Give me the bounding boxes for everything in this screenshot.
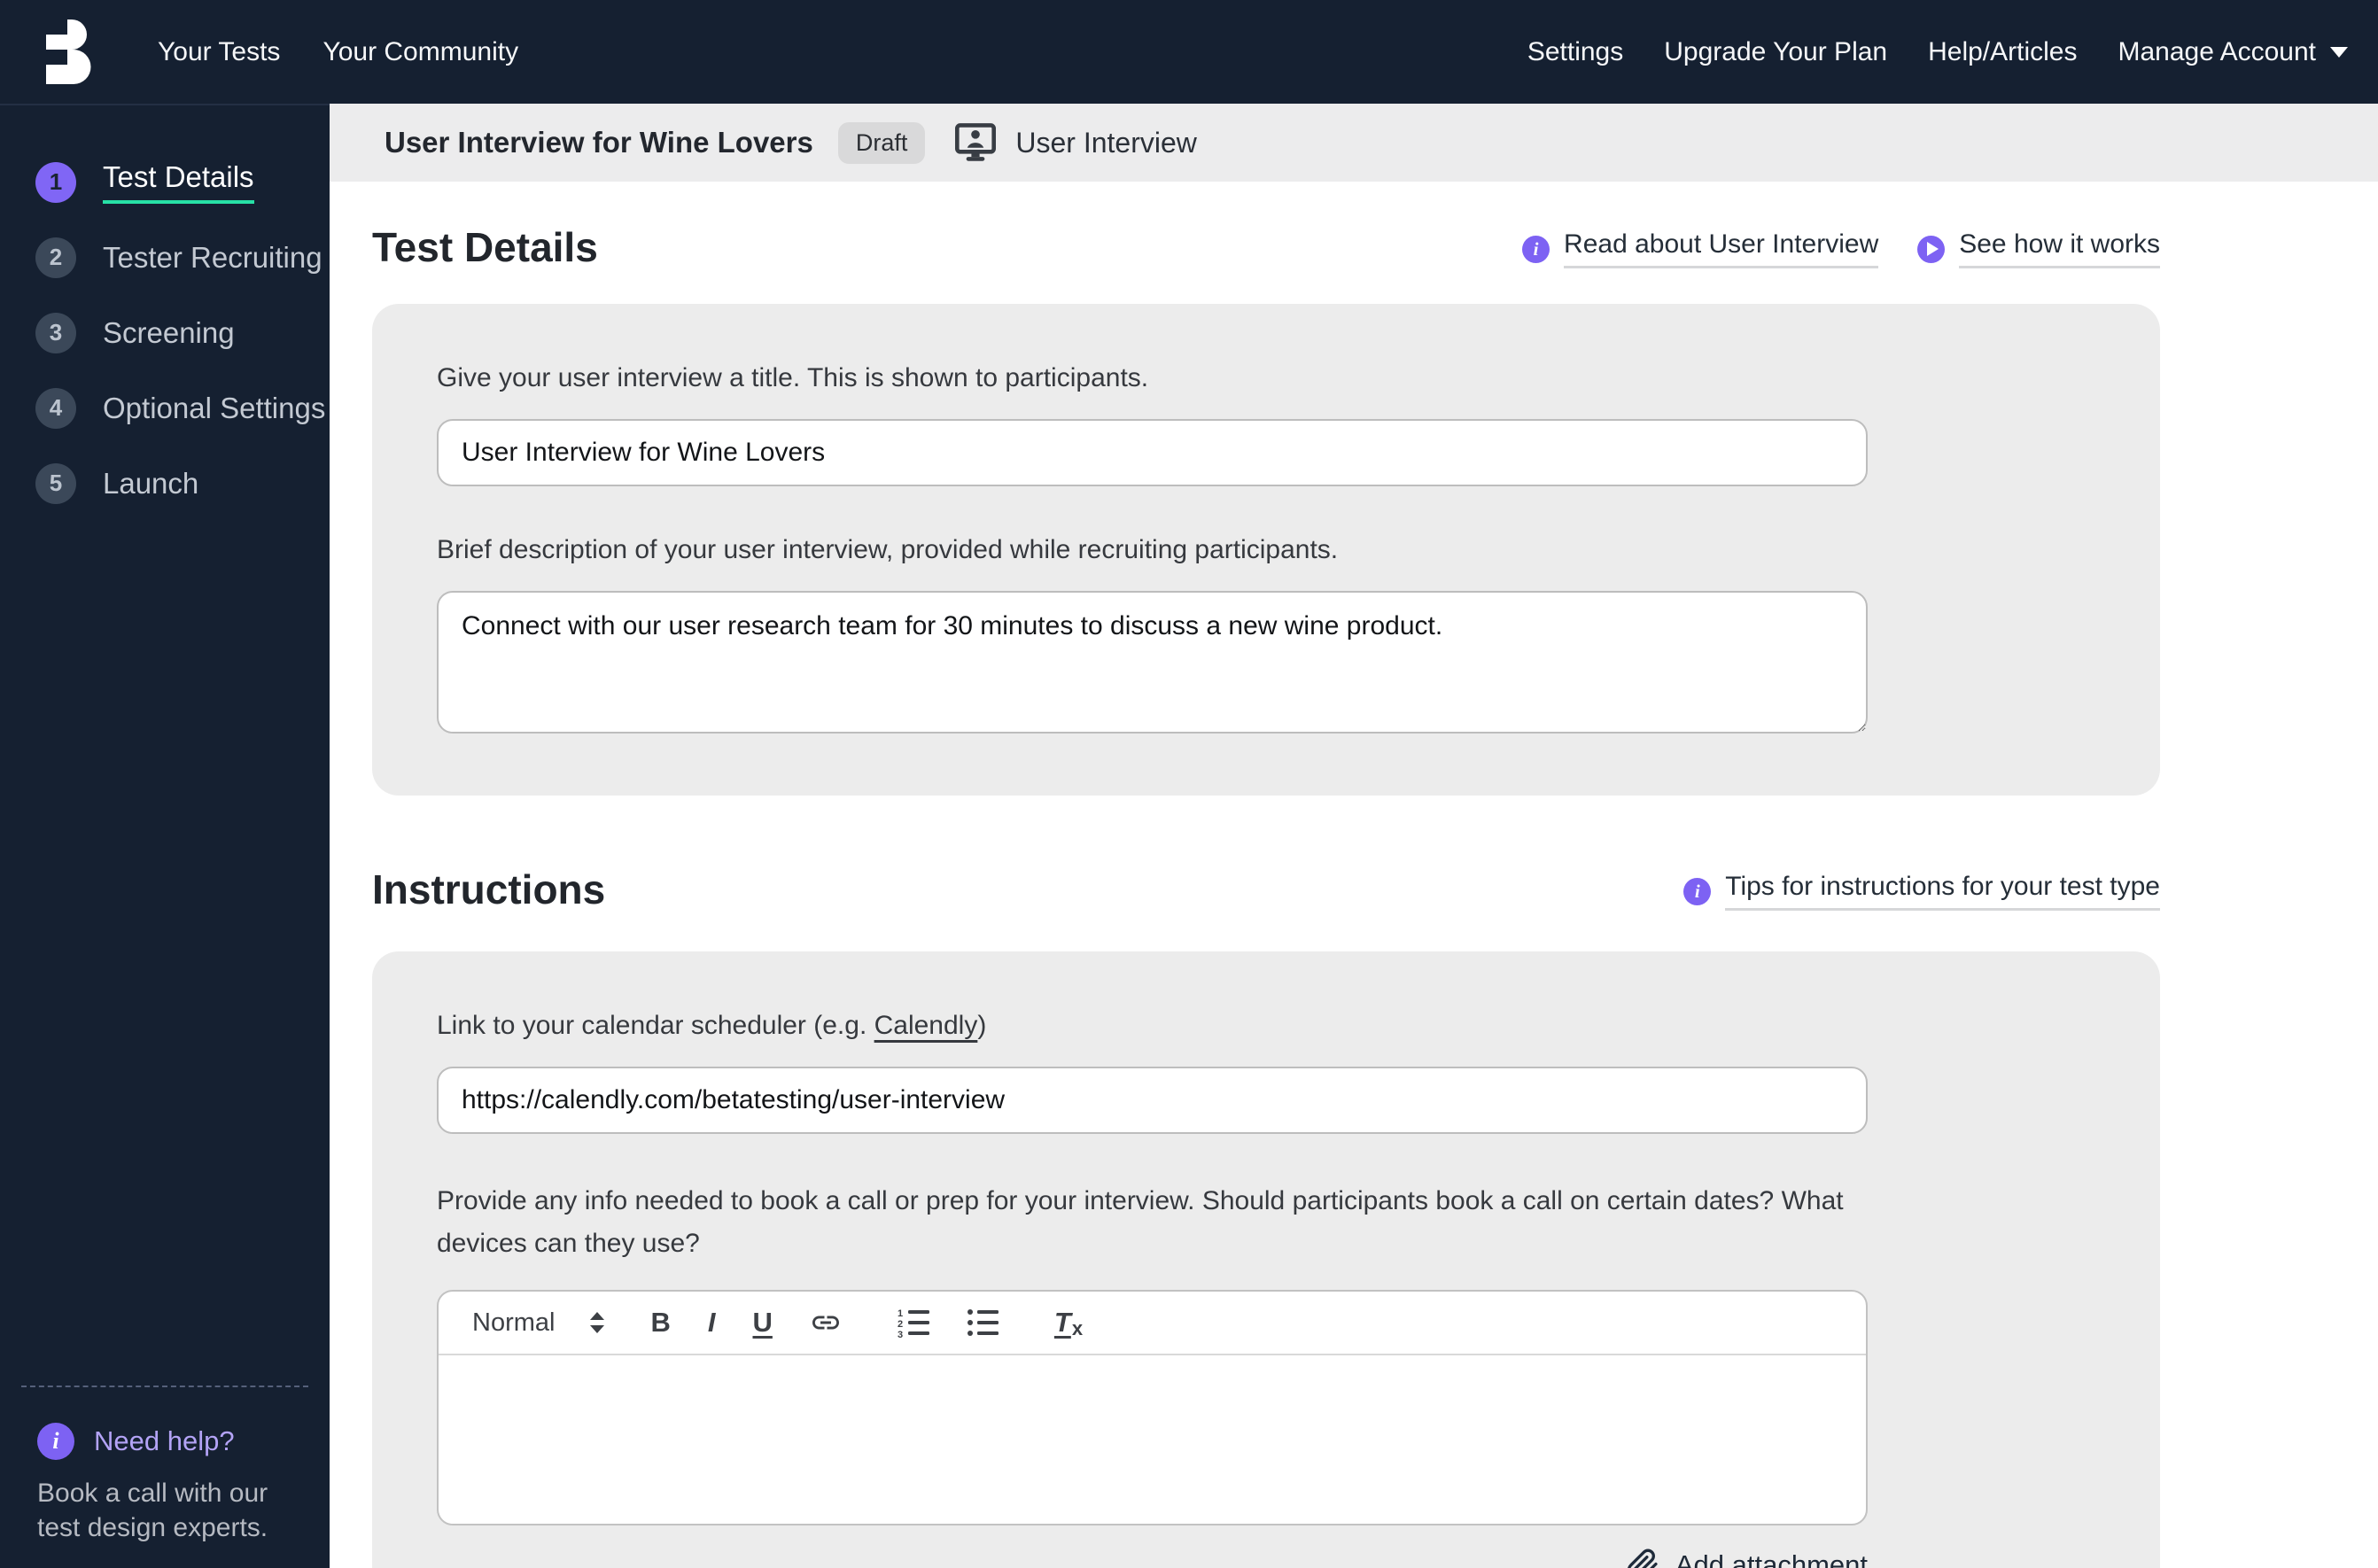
format-selector-arrows-icon[interactable] bbox=[590, 1312, 605, 1333]
calendar-url-input[interactable] bbox=[437, 1067, 1868, 1134]
nav-manage-account[interactable]: Manage Account bbox=[2118, 36, 2348, 67]
paperclip-icon bbox=[1627, 1549, 1658, 1568]
test-title: User Interview for Wine Lovers bbox=[385, 126, 813, 159]
status-badge: Draft bbox=[837, 121, 926, 164]
nav-your-community[interactable]: Your Community bbox=[323, 37, 518, 67]
top-navbar: Your Tests Your Community Settings Upgra… bbox=[0, 0, 2378, 104]
user-interview-monitor-icon bbox=[955, 123, 997, 162]
logo-b-icon bbox=[46, 19, 91, 84]
form-content: Test Details i Read about User Interview… bbox=[330, 221, 2378, 1568]
sidebar-step-screening[interactable]: 3 Screening bbox=[35, 295, 330, 370]
bullet-list-icon bbox=[967, 1309, 999, 1336]
test-details-card: Give your user interview a title. This i… bbox=[372, 304, 2160, 796]
svg-text:2: 2 bbox=[898, 1319, 903, 1330]
format-selector[interactable]: Normal bbox=[472, 1308, 555, 1338]
info-icon: i bbox=[37, 1423, 74, 1460]
instructions-card: Link to your calendar scheduler (e.g. Ca… bbox=[372, 951, 2160, 1568]
see-how-label: See how it works bbox=[1959, 229, 2160, 268]
editor-text-area[interactable] bbox=[439, 1355, 1866, 1524]
step-label: Optional Settings bbox=[103, 391, 326, 424]
test-title-input[interactable] bbox=[437, 419, 1868, 486]
see-how-it-works-link[interactable]: See how it works bbox=[1917, 229, 2160, 268]
navbar-left: Your Tests Your Community bbox=[158, 37, 518, 67]
step-label: Tester Recruiting bbox=[103, 240, 323, 274]
link-icon bbox=[812, 1316, 839, 1330]
section-heading-instructions: Instructions bbox=[372, 866, 606, 912]
steps-sidebar: 1 Test Details 2 Tester Recruiting 3 Scr… bbox=[0, 104, 330, 1568]
tips-label: Tips for instructions for your test type bbox=[1725, 872, 2160, 911]
step-label: Screening bbox=[103, 315, 235, 349]
editor-toolbar: Normal B I U 1 2 3 T x bbox=[439, 1292, 1866, 1355]
title-field-label: Give your user interview a title. This i… bbox=[437, 363, 1149, 392]
sidebar-step-test-details[interactable]: 1 Test Details bbox=[35, 144, 330, 220]
test-header-bar: User Interview for Wine Lovers Draft Use… bbox=[330, 104, 2378, 182]
test-type-label: User Interview bbox=[1015, 126, 1197, 159]
play-icon bbox=[1917, 235, 1946, 263]
calendar-field-label: Link to your calendar scheduler (e.g. Ca… bbox=[437, 1008, 2095, 1044]
read-about-label: Read about User Interview bbox=[1564, 229, 1879, 268]
ordered-list-icon: 1 2 3 bbox=[898, 1308, 929, 1338]
info-icon: i bbox=[1522, 235, 1550, 263]
add-attachment-button[interactable]: Add attachment bbox=[437, 1549, 1868, 1568]
read-about-link[interactable]: i Read about User Interview bbox=[1522, 229, 1879, 268]
section-heading-test-details: Test Details bbox=[372, 224, 598, 270]
nav-help-articles[interactable]: Help/Articles bbox=[1928, 37, 2077, 67]
underline-button[interactable]: U bbox=[752, 1307, 772, 1339]
nav-settings[interactable]: Settings bbox=[1527, 37, 1623, 67]
chevron-down-icon bbox=[2330, 46, 2348, 58]
step-number-badge: 5 bbox=[35, 462, 76, 504]
rich-text-editor: Normal B I U 1 2 3 T x bbox=[437, 1290, 1868, 1525]
step-number-badge: 4 bbox=[35, 387, 76, 429]
ordered-list-button[interactable]: 1 2 3 bbox=[897, 1308, 930, 1338]
svg-text:1: 1 bbox=[898, 1308, 903, 1319]
test-description-textarea[interactable]: Connect with our user research team for … bbox=[437, 591, 1868, 734]
description-field-label: Brief description of your user interview… bbox=[437, 535, 1339, 564]
step-number-badge: 2 bbox=[35, 237, 76, 278]
need-help-text: Book a call with our test design experts… bbox=[37, 1479, 268, 1542]
add-attachment-label: Add attachment bbox=[1675, 1549, 1868, 1568]
main-content: User Interview for Wine Lovers Draft Use… bbox=[330, 104, 2378, 1568]
nav-your-tests[interactable]: Your Tests bbox=[158, 37, 280, 67]
nav-upgrade-plan[interactable]: Upgrade Your Plan bbox=[1664, 37, 1887, 67]
tips-link[interactable]: i Tips for instructions for your test ty… bbox=[1683, 872, 2160, 911]
step-list: 1 Test Details 2 Tester Recruiting 3 Scr… bbox=[0, 105, 330, 521]
step-label: Test Details bbox=[103, 160, 254, 204]
italic-button[interactable]: I bbox=[708, 1307, 716, 1339]
info-icon: i bbox=[1683, 877, 1712, 905]
need-help-link[interactable]: Need help? bbox=[94, 1425, 235, 1457]
bold-button[interactable]: B bbox=[650, 1307, 670, 1339]
sidebar-step-launch[interactable]: 5 Launch bbox=[35, 446, 330, 521]
navbar-right: Settings Upgrade Your Plan Help/Articles… bbox=[1527, 37, 2348, 67]
sidebar-step-optional-settings[interactable]: 4 Optional Settings bbox=[35, 370, 330, 446]
bullet-list-button[interactable] bbox=[966, 1308, 999, 1338]
svg-text:3: 3 bbox=[898, 1330, 903, 1338]
booking-info-label: Provide any info needed to book a call o… bbox=[437, 1186, 1844, 1258]
clear-formatting-button[interactable]: Tx bbox=[1054, 1307, 1083, 1339]
need-help-panel: i Need help? Book a call with our test d… bbox=[21, 1386, 308, 1568]
app-root: Your Tests Your Community Settings Upgra… bbox=[0, 0, 2378, 1568]
calendar-label-prefix: Link to your calendar scheduler (e.g. bbox=[437, 1011, 874, 1040]
link-button[interactable] bbox=[810, 1307, 842, 1339]
step-label: Launch bbox=[103, 466, 199, 500]
manage-account-label: Manage Account bbox=[2118, 36, 2317, 66]
calendly-link[interactable]: Calendly bbox=[874, 1011, 978, 1040]
sidebar-step-tester-recruiting[interactable]: 2 Tester Recruiting bbox=[35, 220, 330, 295]
app-logo[interactable] bbox=[35, 18, 97, 87]
calendar-label-suffix: ) bbox=[977, 1011, 987, 1040]
step-number-badge: 1 bbox=[35, 161, 76, 203]
step-number-badge: 3 bbox=[35, 312, 76, 353]
